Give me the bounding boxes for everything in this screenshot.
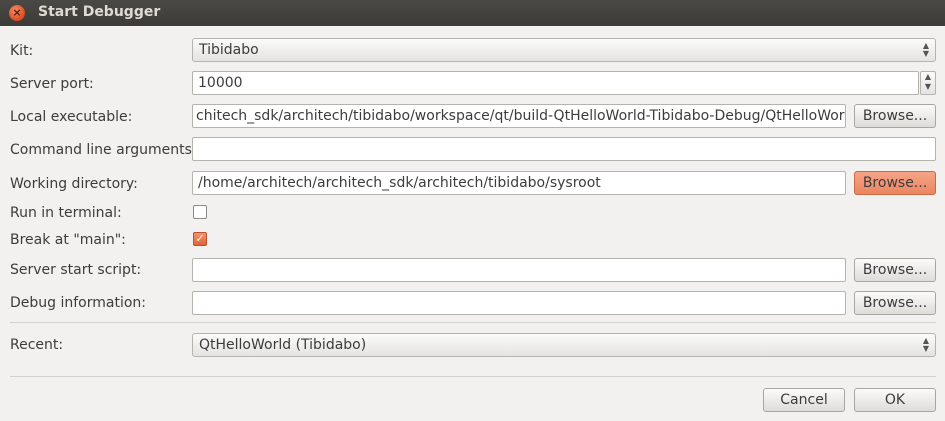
debug-information-label: Debug information: (10, 295, 147, 311)
spin-arrows-icon[interactable]: ▲ ▼ (920, 71, 936, 95)
kit-combobox[interactable]: Tibidabo ▲ ▼ (192, 38, 936, 62)
server-start-script-label: Server start script: (10, 262, 142, 278)
break-at-main-checkbox[interactable]: ✓ (193, 232, 207, 246)
kit-value: Tibidabo (199, 42, 259, 58)
local-executable-browse-button[interactable]: Browse... (854, 104, 936, 128)
working-directory-label: Working directory: (10, 176, 138, 192)
combo-arrows-icon: ▲ ▼ (922, 41, 929, 58)
debug-information-browse-button[interactable]: Browse... (854, 291, 936, 315)
recent-value: QtHelloWorld (Tibidabo) (199, 337, 367, 353)
divider (10, 376, 936, 377)
window-title: Start Debugger (38, 4, 161, 20)
server-port-spinbox[interactable]: 10000 (192, 71, 919, 95)
recent-label: Recent: (10, 337, 64, 353)
server-port-value: 10000 (198, 75, 243, 91)
run-in-terminal-label: Run in terminal: (10, 205, 122, 221)
debug-information-input[interactable] (192, 291, 846, 315)
kit-label: Kit: (10, 43, 34, 59)
working-directory-browse-button[interactable]: Browse... (854, 171, 936, 195)
checkmark-icon: ✓ (195, 232, 205, 245)
run-in-terminal-checkbox[interactable] (193, 205, 207, 219)
close-icon[interactable]: × (9, 5, 25, 21)
working-directory-value: /home/architech/architech_sdk/architech/… (198, 175, 601, 191)
local-executable-value: chitech_sdk/architech/tibidabo/workspace… (196, 108, 846, 124)
local-executable-input[interactable]: chitech_sdk/architech/tibidabo/workspace… (192, 104, 846, 128)
cancel-button[interactable]: Cancel (763, 388, 845, 412)
title-bar: × Start Debugger (0, 0, 945, 26)
command-line-arguments-input[interactable] (192, 137, 936, 161)
break-at-main-label: Break at "main": (10, 232, 126, 248)
cancel-button-label: Cancel (780, 392, 828, 408)
server-start-script-browse-button[interactable]: Browse... (854, 258, 936, 282)
recent-combobox[interactable]: QtHelloWorld (Tibidabo) ▲ ▼ (192, 333, 936, 357)
command-line-arguments-label: Command line arguments: (10, 142, 197, 158)
ok-button-label: OK (884, 392, 906, 408)
ok-button[interactable]: OK (854, 388, 936, 412)
combo-arrows-icon: ▲ ▼ (922, 336, 929, 353)
local-executable-label: Local executable: (10, 109, 133, 125)
divider (10, 322, 936, 323)
server-start-script-input[interactable] (192, 258, 846, 282)
working-directory-input[interactable]: /home/architech/architech_sdk/architech/… (192, 171, 846, 195)
server-port-label: Server port: (10, 76, 94, 92)
